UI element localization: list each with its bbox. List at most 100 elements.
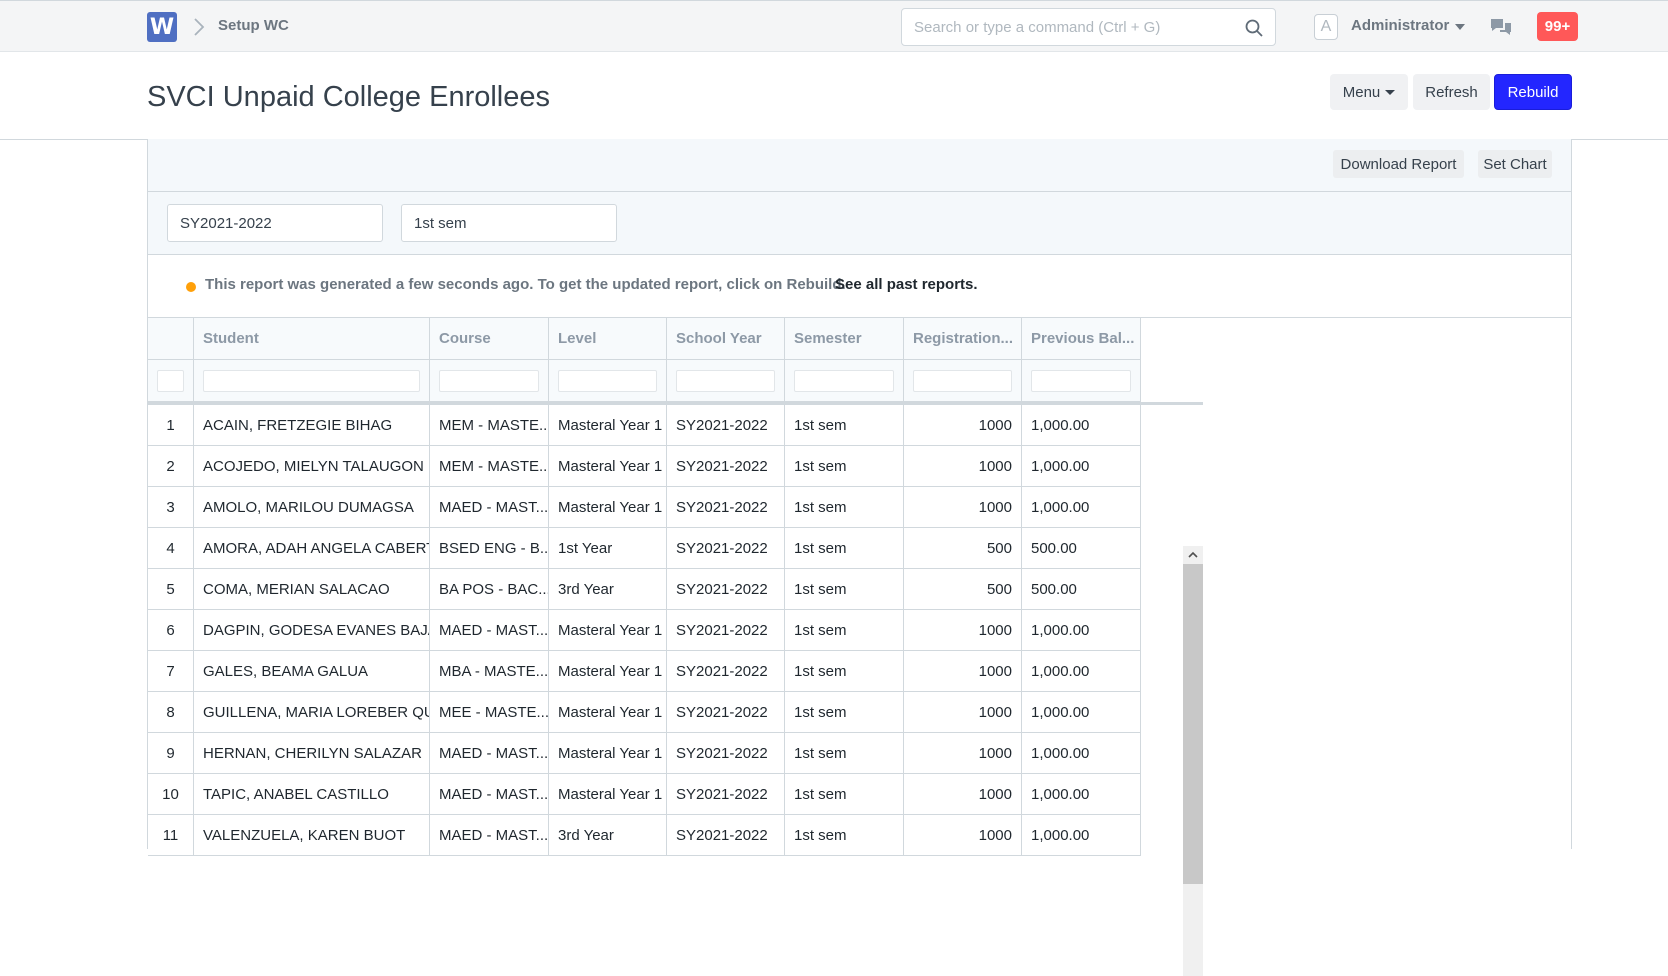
caret-down-icon[interactable] [1455, 24, 1465, 30]
table-cell[interactable]: SY2021-2022 [667, 651, 785, 692]
column-filter-input[interactable] [676, 369, 775, 392]
avatar[interactable]: A [1314, 14, 1338, 40]
column-filter-input[interactable] [203, 369, 420, 392]
row-number[interactable]: 2 [148, 446, 194, 487]
table-cell[interactable]: MEM - MASTE... [430, 446, 549, 487]
semester-filter[interactable]: 1st sem [401, 204, 617, 242]
table-cell[interactable]: 3rd Year [549, 569, 667, 610]
table-cell[interactable]: SY2021-2022 [667, 692, 785, 733]
table-cell[interactable]: SY2021-2022 [667, 487, 785, 528]
rebuild-button[interactable]: Rebuild [1494, 74, 1572, 110]
download-report-button[interactable]: Download Report [1333, 150, 1464, 178]
table-cell[interactable]: 1,000.00 [1022, 774, 1141, 815]
table-cell[interactable]: 1000 [904, 692, 1022, 733]
table-cell[interactable]: 1,000.00 [1022, 692, 1141, 733]
set-chart-button[interactable]: Set Chart [1478, 150, 1552, 178]
table-cell[interactable]: 500.00 [1022, 569, 1141, 610]
past-reports-link[interactable]: See all past reports. [835, 276, 978, 293]
table-cell[interactable]: 1st sem [785, 446, 904, 487]
table-cell[interactable]: 3rd Year [549, 815, 667, 856]
table-cell[interactable]: MAED - MAST... [430, 733, 549, 774]
table-cell[interactable]: 1000 [904, 446, 1022, 487]
table-cell[interactable]: SY2021-2022 [667, 774, 785, 815]
table-cell[interactable]: 1,000.00 [1022, 610, 1141, 651]
table-cell[interactable]: Masteral Year 1 [549, 651, 667, 692]
row-number[interactable]: 10 [148, 774, 194, 815]
table-cell[interactable]: 1,000.00 [1022, 446, 1141, 487]
table-cell[interactable]: 1st sem [785, 405, 904, 446]
table-cell[interactable]: 500 [904, 528, 1022, 569]
column-filter-input[interactable] [558, 369, 657, 392]
row-number[interactable]: 6 [148, 610, 194, 651]
table-cell[interactable]: 1000 [904, 405, 1022, 446]
table-cell[interactable]: ACOJEDO, MIELYN TALAUGON [194, 446, 430, 487]
row-number[interactable]: 5 [148, 569, 194, 610]
table-cell[interactable]: 500.00 [1022, 528, 1141, 569]
table-cell[interactable]: 1,000.00 [1022, 487, 1141, 528]
table-cell[interactable]: Masteral Year 1 [549, 610, 667, 651]
table-cell[interactable]: Masteral Year 1 [549, 733, 667, 774]
table-cell[interactable]: 1st sem [785, 610, 904, 651]
table-cell[interactable]: BSED ENG - B... [430, 528, 549, 569]
column-filter-input[interactable] [913, 369, 1012, 392]
table-cell[interactable]: 1st sem [785, 487, 904, 528]
table-cell[interactable]: SY2021-2022 [667, 569, 785, 610]
column-header[interactable]: Level [549, 318, 667, 360]
table-cell[interactable]: GUILLENA, MARIA LOREBER QUIS... [194, 692, 430, 733]
table-cell[interactable]: 1st sem [785, 651, 904, 692]
chat-icon[interactable] [1490, 17, 1512, 37]
table-cell[interactable]: COMA, MERIAN SALACAO [194, 569, 430, 610]
table-cell[interactable]: GALES, BEAMA GALUA [194, 651, 430, 692]
table-cell[interactable]: MBA - MASTE... [430, 651, 549, 692]
table-cell[interactable]: TAPIC, ANABEL CASTILLO [194, 774, 430, 815]
table-cell[interactable]: MAED - MAST... [430, 610, 549, 651]
table-cell[interactable]: 1st sem [785, 774, 904, 815]
table-cell[interactable]: DAGPIN, GODESA EVANES BAJAO [194, 610, 430, 651]
table-cell[interactable]: Masteral Year 1 [549, 774, 667, 815]
table-cell[interactable]: VALENZUELA, KAREN BUOT [194, 815, 430, 856]
column-header[interactable]: School Year [667, 318, 785, 360]
table-cell[interactable]: 1,000.00 [1022, 405, 1141, 446]
table-cell[interactable]: 1000 [904, 733, 1022, 774]
table-cell[interactable]: 1,000.00 [1022, 733, 1141, 774]
table-cell[interactable]: Masteral Year 1 [549, 487, 667, 528]
table-scrollbar[interactable] [1183, 546, 1203, 976]
column-filter-input[interactable] [1031, 369, 1131, 392]
table-cell[interactable]: 1,000.00 [1022, 815, 1141, 856]
table-cell[interactable]: 1,000.00 [1022, 651, 1141, 692]
user-menu[interactable]: Administrator [1351, 17, 1449, 34]
table-cell[interactable]: SY2021-2022 [667, 405, 785, 446]
table-cell[interactable]: 1st Year [549, 528, 667, 569]
table-cell[interactable]: MEM - MASTE... [430, 405, 549, 446]
search-input[interactable] [902, 9, 1232, 45]
table-cell[interactable]: MAED - MAST... [430, 487, 549, 528]
table-cell[interactable]: MAED - MAST... [430, 774, 549, 815]
search-icon[interactable] [1245, 19, 1263, 37]
table-cell[interactable]: 1st sem [785, 528, 904, 569]
column-header[interactable]: Registration... [904, 318, 1022, 360]
column-header[interactable]: Student [194, 318, 430, 360]
table-cell[interactable]: 1st sem [785, 733, 904, 774]
school-year-filter[interactable]: SY2021-2022 [167, 204, 383, 242]
row-number[interactable]: 1 [148, 405, 194, 446]
table-cell[interactable]: BA POS - BAC... [430, 569, 549, 610]
row-number[interactable]: 7 [148, 651, 194, 692]
table-cell[interactable]: Masteral Year 1 [549, 692, 667, 733]
table-cell[interactable]: Masteral Year 1 [549, 405, 667, 446]
column-filter-input[interactable] [794, 369, 894, 392]
table-cell[interactable]: 1st sem [785, 815, 904, 856]
table-cell[interactable]: MAED - MAST... [430, 815, 549, 856]
table-cell[interactable]: SY2021-2022 [667, 815, 785, 856]
table-cell[interactable]: 1000 [904, 487, 1022, 528]
refresh-button[interactable]: Refresh [1413, 74, 1490, 110]
table-cell[interactable]: ACAIN, FRETZEGIE BIHAG [194, 405, 430, 446]
menu-button[interactable]: Menu [1330, 74, 1408, 110]
column-header[interactable]: Semester [785, 318, 904, 360]
table-cell[interactable]: 1st sem [785, 692, 904, 733]
table-cell[interactable]: 1000 [904, 774, 1022, 815]
table-cell[interactable]: 1000 [904, 651, 1022, 692]
table-cell[interactable]: SY2021-2022 [667, 610, 785, 651]
search-box[interactable] [901, 8, 1276, 46]
table-cell[interactable]: AMORA, ADAH ANGELA CABERTE [194, 528, 430, 569]
row-number[interactable]: 11 [148, 815, 194, 856]
